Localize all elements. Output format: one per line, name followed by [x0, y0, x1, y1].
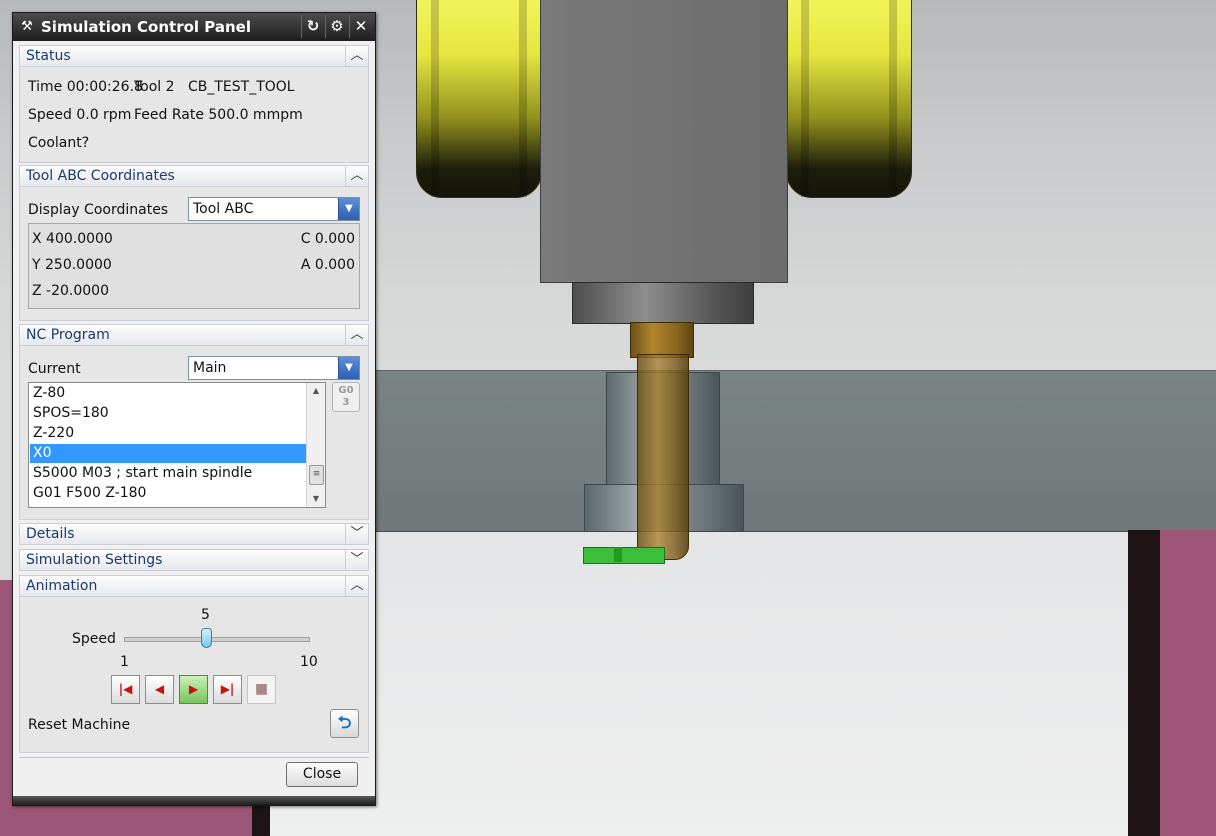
speed-slider-thumb[interactable]	[200, 628, 212, 648]
animation-section: 5 Speed 1 10 |◀ ◀ ▶ ▶| ■ Reset Machine ⮌	[19, 597, 369, 753]
details-section-label: Details	[26, 526, 75, 542]
gear-icon[interactable]: ⚙	[325, 15, 348, 38]
nc-program-section: Current Main ▼ Z-80 SPOS=180 Z-220 X0 S5…	[19, 346, 369, 520]
animation-section-label: Animation	[26, 578, 98, 594]
tool-insert-segment	[614, 547, 622, 562]
coord-c: C 0.000	[300, 231, 355, 247]
nc-line[interactable]: G01 F500 Z-180	[30, 484, 306, 503]
close-icon[interactable]: ✕	[349, 15, 372, 38]
yellow-wheel-left	[416, 0, 542, 198]
nc-line[interactable]: Z-220	[30, 424, 306, 443]
chevron-up-icon[interactable]: ︿	[345, 46, 368, 66]
reset-machine-button[interactable]: ⮌	[330, 709, 359, 738]
machine-bed	[370, 370, 1216, 532]
status-section-label: Status	[26, 48, 71, 64]
refresh-icon[interactable]: ↻	[301, 15, 324, 38]
chevron-up-icon[interactable]: ︿	[345, 576, 368, 596]
simulation-settings-section-label: Simulation Settings	[26, 552, 163, 568]
status-coolant: Coolant?	[28, 135, 90, 151]
machine-floor	[250, 530, 1216, 836]
current-program-label: Current	[28, 361, 81, 377]
status-speed: Speed 0.0 rpm	[28, 107, 132, 123]
stop-button[interactable]: ■	[247, 675, 276, 704]
display-coordinates-value: Tool ABC	[193, 201, 254, 217]
chevron-down-icon[interactable]: ▼	[338, 198, 359, 220]
nc-line[interactable]: SPOS=180	[30, 404, 306, 423]
coord-a: A 0.000	[300, 257, 355, 273]
close-button[interactable]: Close	[286, 762, 358, 787]
g03-button[interactable]: G0 3	[332, 382, 360, 412]
speed-slider-label: Speed	[72, 631, 116, 647]
scroll-down-icon[interactable]: ▼	[307, 491, 325, 507]
g03-label-top: G0	[338, 385, 354, 396]
nc-line-selected[interactable]: X0	[30, 444, 306, 463]
status-feed-rate: Feed Rate 500.0 mmpm	[134, 107, 303, 123]
footer-divider	[19, 757, 369, 758]
play-button[interactable]: ▶	[179, 675, 208, 704]
tool-abc-section-header[interactable]: Tool ABC Coordinates ︿	[19, 165, 369, 187]
coord-x: X 400.0000	[32, 231, 113, 247]
speed-max-label: 10	[300, 654, 318, 670]
scroll-thumb[interactable]: ≡	[309, 465, 324, 485]
coord-z: Z -20.0000	[32, 283, 109, 299]
tool-abc-section-label: Tool ABC Coordinates	[26, 168, 175, 184]
simulation-settings-section-header[interactable]: Simulation Settings ﹀	[19, 549, 369, 571]
coordinates-readout: X 400.0000 Y 250.0000 Z -20.0000 C 0.000…	[28, 223, 360, 309]
speed-slider-track[interactable]	[124, 637, 310, 642]
tool-insert	[583, 547, 665, 564]
yellow-wheel-right	[786, 0, 912, 198]
wrench-icon: ⚒	[21, 19, 33, 34]
status-tool-number: Tool 2	[134, 79, 175, 95]
current-program-value: Main	[193, 360, 227, 376]
reset-machine-label: Reset Machine	[28, 717, 131, 733]
machine-base-right-shadow	[1128, 530, 1160, 836]
scroll-up-icon[interactable]: ▲	[307, 383, 325, 399]
nc-line[interactable]: S5000 M03 ; start main spindle	[30, 464, 306, 483]
animation-section-header[interactable]: Animation ︿	[19, 575, 369, 597]
chevron-up-icon[interactable]: ︿	[345, 325, 368, 345]
dialog-bottom-bar	[13, 796, 375, 805]
chevron-down-icon[interactable]: ﹀	[345, 524, 368, 544]
chevron-up-icon[interactable]: ︿	[345, 166, 368, 186]
nc-program-list[interactable]: Z-80 SPOS=180 Z-220 X0 S5000 M03 ; start…	[28, 382, 326, 508]
simulation-control-panel: ⚒ Simulation Control Panel ↻ ⚙ ✕ Status …	[12, 12, 376, 806]
status-section: Time 00:00:26.8 Tool 2 CB_TEST_TOOL Spee…	[19, 67, 369, 163]
window-title: Simulation Control Panel	[41, 18, 251, 36]
spindle-flange	[572, 282, 754, 324]
tool-abc-section: Display Coordinates Tool ABC ▼ X 400.000…	[19, 187, 369, 321]
speed-current-value: 5	[201, 607, 210, 623]
status-section-header[interactable]: Status ︿	[19, 45, 369, 67]
chevron-down-icon[interactable]: ﹀	[345, 550, 368, 570]
display-coordinates-label: Display Coordinates	[28, 202, 169, 218]
nc-program-section-header[interactable]: NC Program ︿	[19, 324, 369, 346]
g03-label-bottom: 3	[342, 397, 350, 408]
tool-shank	[637, 354, 689, 560]
status-time: Time 00:00:26.8	[28, 79, 143, 95]
display-coordinates-select[interactable]: Tool ABC ▼	[188, 197, 360, 221]
status-tool-name: CB_TEST_TOOL	[188, 79, 295, 95]
nc-list-scrollbar[interactable]: ▲ ≡ ▼	[306, 383, 325, 507]
coord-y: Y 250.0000	[32, 257, 112, 273]
chevron-down-icon[interactable]: ▼	[338, 357, 359, 379]
title-bar[interactable]: ⚒ Simulation Control Panel ↻ ⚙ ✕	[13, 13, 375, 41]
step-to-end-button[interactable]: ▶|	[213, 675, 242, 704]
step-back-button[interactable]: ◀	[145, 675, 174, 704]
nc-line[interactable]: Z-80	[30, 384, 306, 403]
nc-program-section-label: NC Program	[26, 327, 110, 343]
speed-min-label: 1	[120, 654, 129, 670]
spindle-head	[540, 0, 788, 283]
step-to-start-button[interactable]: |◀	[111, 675, 140, 704]
details-section-header[interactable]: Details ﹀	[19, 523, 369, 545]
current-program-select[interactable]: Main ▼	[188, 356, 360, 380]
tool-collar	[630, 322, 694, 358]
